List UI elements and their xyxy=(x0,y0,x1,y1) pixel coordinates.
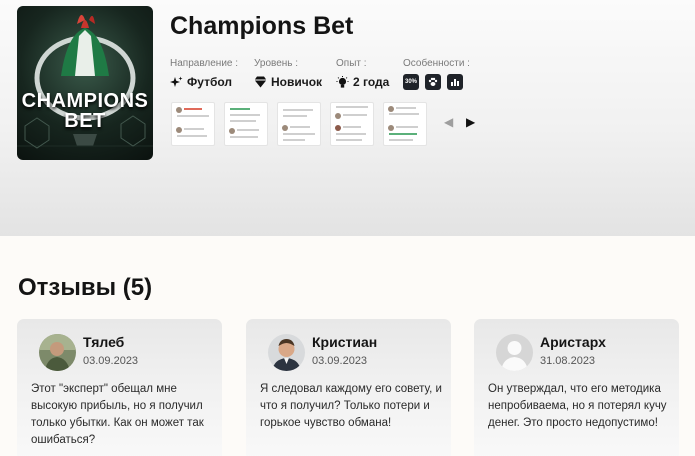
meta-direction-row: Футбол xyxy=(170,75,238,89)
review-date: 31.08.2023 xyxy=(540,355,596,367)
review-card: Кристиан 03.09.2023 Я следовал каждому е… xyxy=(246,319,451,456)
meta-experience-value: 2 года xyxy=(353,75,390,89)
reviews-heading: Отзывы (5) xyxy=(18,274,153,301)
paw-icon xyxy=(425,74,441,90)
review-date: 03.09.2023 xyxy=(83,355,139,367)
gallery-thumbnail[interactable] xyxy=(330,102,374,146)
review-card: Тялеб 03.09.2023 Этот "эксперт" обещал м… xyxy=(17,319,222,456)
lightbulb-icon xyxy=(336,75,349,88)
percent-badge-icon: 30% xyxy=(403,74,419,90)
diamond-icon xyxy=(254,76,267,88)
gallery-thumbnail[interactable] xyxy=(383,102,427,146)
meta-level-label: Уровень : xyxy=(254,58,299,69)
meta-experience: Опыт : 2 года xyxy=(336,58,389,89)
meta-features-label: Особенности : xyxy=(403,58,470,69)
reviewer-name: Аристарх xyxy=(540,334,606,350)
bar-chart-icon xyxy=(447,74,463,90)
tipster-header: CHAMPIONS BET Champions Bet Направление … xyxy=(0,0,695,236)
chevron-left-icon[interactable]: ◀ xyxy=(444,116,453,128)
meta-level-value: Новичок xyxy=(271,75,323,89)
review-card: Аристарх 31.08.2023 Он утверждал, что ег… xyxy=(474,319,679,456)
screenshot-gallery xyxy=(171,102,427,146)
meta-experience-row: 2 года xyxy=(336,75,389,89)
avatar xyxy=(496,334,533,371)
champions-bet-logo: CHAMPIONS BET xyxy=(17,6,153,160)
meta-level: Уровень : Новичок xyxy=(254,58,322,89)
meta-level-row: Новичок xyxy=(254,75,322,89)
gallery-thumbnail[interactable] xyxy=(277,102,321,146)
review-date: 03.09.2023 xyxy=(312,355,368,367)
meta-experience-label: Опыт : xyxy=(336,58,367,69)
reviewer-name: Кристиан xyxy=(312,334,378,350)
reviewer-name: Тялеб xyxy=(83,334,125,350)
page-title: Champions Bet xyxy=(170,12,354,40)
avatar xyxy=(39,334,76,371)
avatar xyxy=(268,334,305,371)
gallery-thumbnail[interactable] xyxy=(224,102,268,146)
meta-direction: Направление : Футбол xyxy=(170,58,238,89)
meta-direction-value: Футбол xyxy=(187,75,233,89)
review-text: Я следовал каждому его совету, и что я п… xyxy=(260,383,442,429)
meta-features: Особенности : 30% xyxy=(403,58,470,90)
sparkle-icon xyxy=(170,76,183,87)
chevron-right-icon[interactable]: ▶ xyxy=(466,116,475,128)
trophy-icon xyxy=(17,14,153,149)
gallery-thumbnail[interactable] xyxy=(171,102,215,146)
features-list: 30% xyxy=(403,74,470,90)
review-text: Этот "эксперт" обещал мне высокую прибыл… xyxy=(31,383,204,446)
meta-direction-label: Направление : xyxy=(170,58,239,69)
review-text: Он утверждал, что его методика непробива… xyxy=(488,383,667,429)
logo-text-line2: BET xyxy=(64,110,106,132)
